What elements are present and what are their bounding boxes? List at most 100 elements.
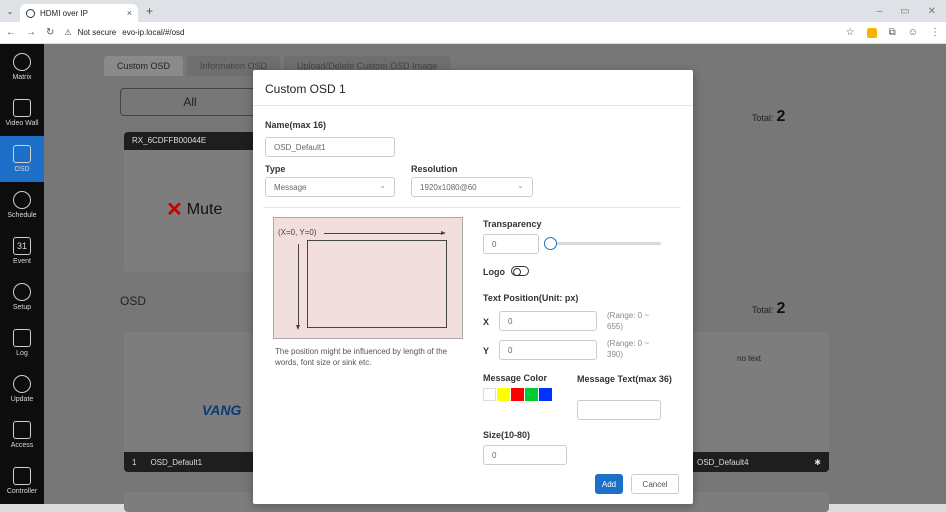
rx-card[interactable]: RX_6CDFFB00044E ✕ Mute — [124, 132, 256, 272]
sidebar-item-label: Access — [10, 442, 34, 449]
browser-tab[interactable]: HDMI over IP × — [20, 4, 138, 22]
sidebar-item-label: Schedule — [7, 212, 37, 219]
color-swatch-blue[interactable] — [539, 388, 552, 401]
x-label: X — [483, 317, 490, 327]
calendar-icon: 31 — [13, 237, 31, 255]
sidebar-item-controller[interactable]: Controller — [0, 458, 44, 504]
logo-label: Logo — [483, 267, 505, 277]
y-label: Y — [483, 346, 490, 356]
menu-icon[interactable]: ⋮ — [930, 27, 940, 38]
custom-osd-dialog: Custom OSD 1 Name(max 16) OSD_Default1 T… — [253, 70, 693, 504]
logo-toggle[interactable] — [511, 266, 529, 276]
type-select[interactable]: Message ⌄ — [265, 177, 395, 197]
total-value: 2 — [776, 300, 786, 317]
x-range-hint: (Range: 0 ~ 655) — [607, 311, 650, 331]
tab-search-icon[interactable]: ⌄ — [0, 7, 20, 16]
y-axis-arrow — [296, 244, 300, 330]
url-text[interactable]: evo-ip.local/#/osd — [122, 28, 184, 37]
new-tab-button[interactable]: + — [146, 4, 153, 18]
sidebar-item-video-wall[interactable]: Video Wall — [0, 90, 44, 136]
add-button[interactable]: Add — [595, 474, 623, 494]
sidebar-item-log[interactable]: Log — [0, 320, 44, 366]
position-preview: (X=0, Y=0) — [273, 217, 463, 339]
address-bar[interactable]: ⚠ Not secure evo-ip.local/#/osd — [64, 28, 184, 37]
reload-icon[interactable]: ↻ — [46, 27, 54, 38]
osd-card-right[interactable]: no text OSD_Default4 ✱ — [689, 332, 829, 472]
color-swatch-yellow[interactable] — [497, 388, 510, 401]
sidebar-item-schedule[interactable]: Schedule — [0, 182, 44, 228]
y-range-hint: (Range: 0 ~ 390) — [607, 339, 650, 359]
resolution-select[interactable]: 1920x1080@60 ⌄ — [411, 177, 533, 197]
size-input[interactable]: 0 — [483, 445, 567, 465]
profile-icon[interactable]: ☺ — [908, 27, 918, 38]
preview-note: The position might be influenced by leng… — [275, 347, 448, 367]
bookmark-star-icon[interactable]: ☆ — [846, 27, 855, 38]
sidebar-item-osd[interactable]: OSD — [0, 136, 44, 182]
dialog-divider — [253, 105, 693, 106]
globe-icon — [26, 8, 35, 18]
slider-handle[interactable] — [544, 237, 557, 250]
tab-custom-osd[interactable]: Custom OSD — [104, 56, 184, 76]
transparency-input[interactable]: 0 — [483, 234, 539, 254]
name-field[interactable]: OSD_Default1 — [265, 137, 395, 157]
message-text-input[interactable] — [577, 400, 661, 420]
vanco-logo: VANG — [202, 402, 242, 418]
cancel-button[interactable]: Cancel — [631, 474, 679, 494]
mute-x-icon: ✕ — [166, 199, 183, 221]
window-controls: – ▭ ✕ — [877, 6, 946, 17]
transparency-slider[interactable] — [544, 237, 661, 250]
osd-card-footer: OSD_Default4 ✱ — [689, 452, 829, 472]
total-count-osd: Total: 2 — [752, 300, 785, 318]
osd-section-title: OSD — [120, 294, 147, 308]
minimize-icon[interactable]: – — [877, 6, 883, 17]
filter-all-button[interactable]: All — [120, 88, 260, 116]
close-window-icon[interactable]: ✕ — [928, 6, 936, 17]
extension-icon[interactable] — [866, 27, 877, 38]
color-swatch-red[interactable] — [511, 388, 524, 401]
forward-icon[interactable]: → — [26, 27, 36, 38]
sidebar-item-access[interactable]: Access — [0, 412, 44, 458]
matrix-icon — [13, 53, 31, 71]
message-text-label: Message Text(max 36) — [577, 374, 672, 384]
total-value: 2 — [776, 108, 786, 125]
osd-card-footer: 1 OSD_Default1 — [124, 452, 256, 472]
section-divider — [263, 207, 681, 208]
osd-card[interactable]: VANG 1 OSD_Default1 — [124, 332, 256, 472]
clock-icon — [13, 191, 31, 209]
osd-card-name: OSD_Default4 — [697, 457, 749, 467]
color-swatch-white[interactable] — [483, 388, 496, 401]
color-swatch-green[interactable] — [525, 388, 538, 401]
tab-title: HDMI over IP — [40, 8, 89, 18]
sidebar-item-label: Update — [10, 396, 34, 403]
gear-icon[interactable]: ✱ — [814, 458, 821, 467]
sidebar: Matrix Video Wall OSD Schedule 31 Event … — [0, 44, 44, 504]
warning-icon[interactable]: ⚠ — [64, 28, 71, 37]
text-position-label: Text Position(Unit: px) — [483, 293, 579, 303]
sidebar-item-matrix[interactable]: Matrix — [0, 44, 44, 90]
type-value: Message — [274, 183, 307, 192]
upload-icon — [13, 375, 31, 393]
lock-icon — [13, 421, 31, 439]
close-tab-icon[interactable]: × — [127, 8, 132, 18]
total-label: Total: — [752, 305, 774, 315]
sidebar-item-label: Matrix — [12, 74, 32, 81]
message-color-label: Message Color — [483, 373, 548, 383]
total-label: Total: — [752, 113, 774, 123]
y-position-input[interactable]: 0 — [499, 340, 597, 360]
back-icon[interactable]: ← — [6, 27, 16, 38]
security-label: Not secure — [77, 28, 117, 37]
x-position-input[interactable]: 0 — [499, 311, 597, 331]
puzzle-icon[interactable]: ⧉ — [889, 27, 896, 38]
sidebar-item-label: Video Wall — [5, 120, 39, 127]
sidebar-item-event[interactable]: 31 Event — [0, 228, 44, 274]
restore-icon[interactable]: ▭ — [900, 6, 909, 17]
rx-card-title: RX_6CDFFB00044E — [124, 132, 256, 150]
folder-icon — [13, 329, 31, 347]
sidebar-item-update[interactable]: Update — [0, 366, 44, 412]
mute-indicator: ✕ Mute — [166, 197, 222, 222]
resolution-label: Resolution — [411, 164, 458, 174]
browser-tab-strip: ⌄ HDMI over IP × + – ▭ ✕ — [0, 0, 946, 22]
osd-card-index: 1 — [132, 457, 137, 467]
no-text-label: no text — [737, 354, 762, 363]
sidebar-item-setup[interactable]: Setup — [0, 274, 44, 320]
